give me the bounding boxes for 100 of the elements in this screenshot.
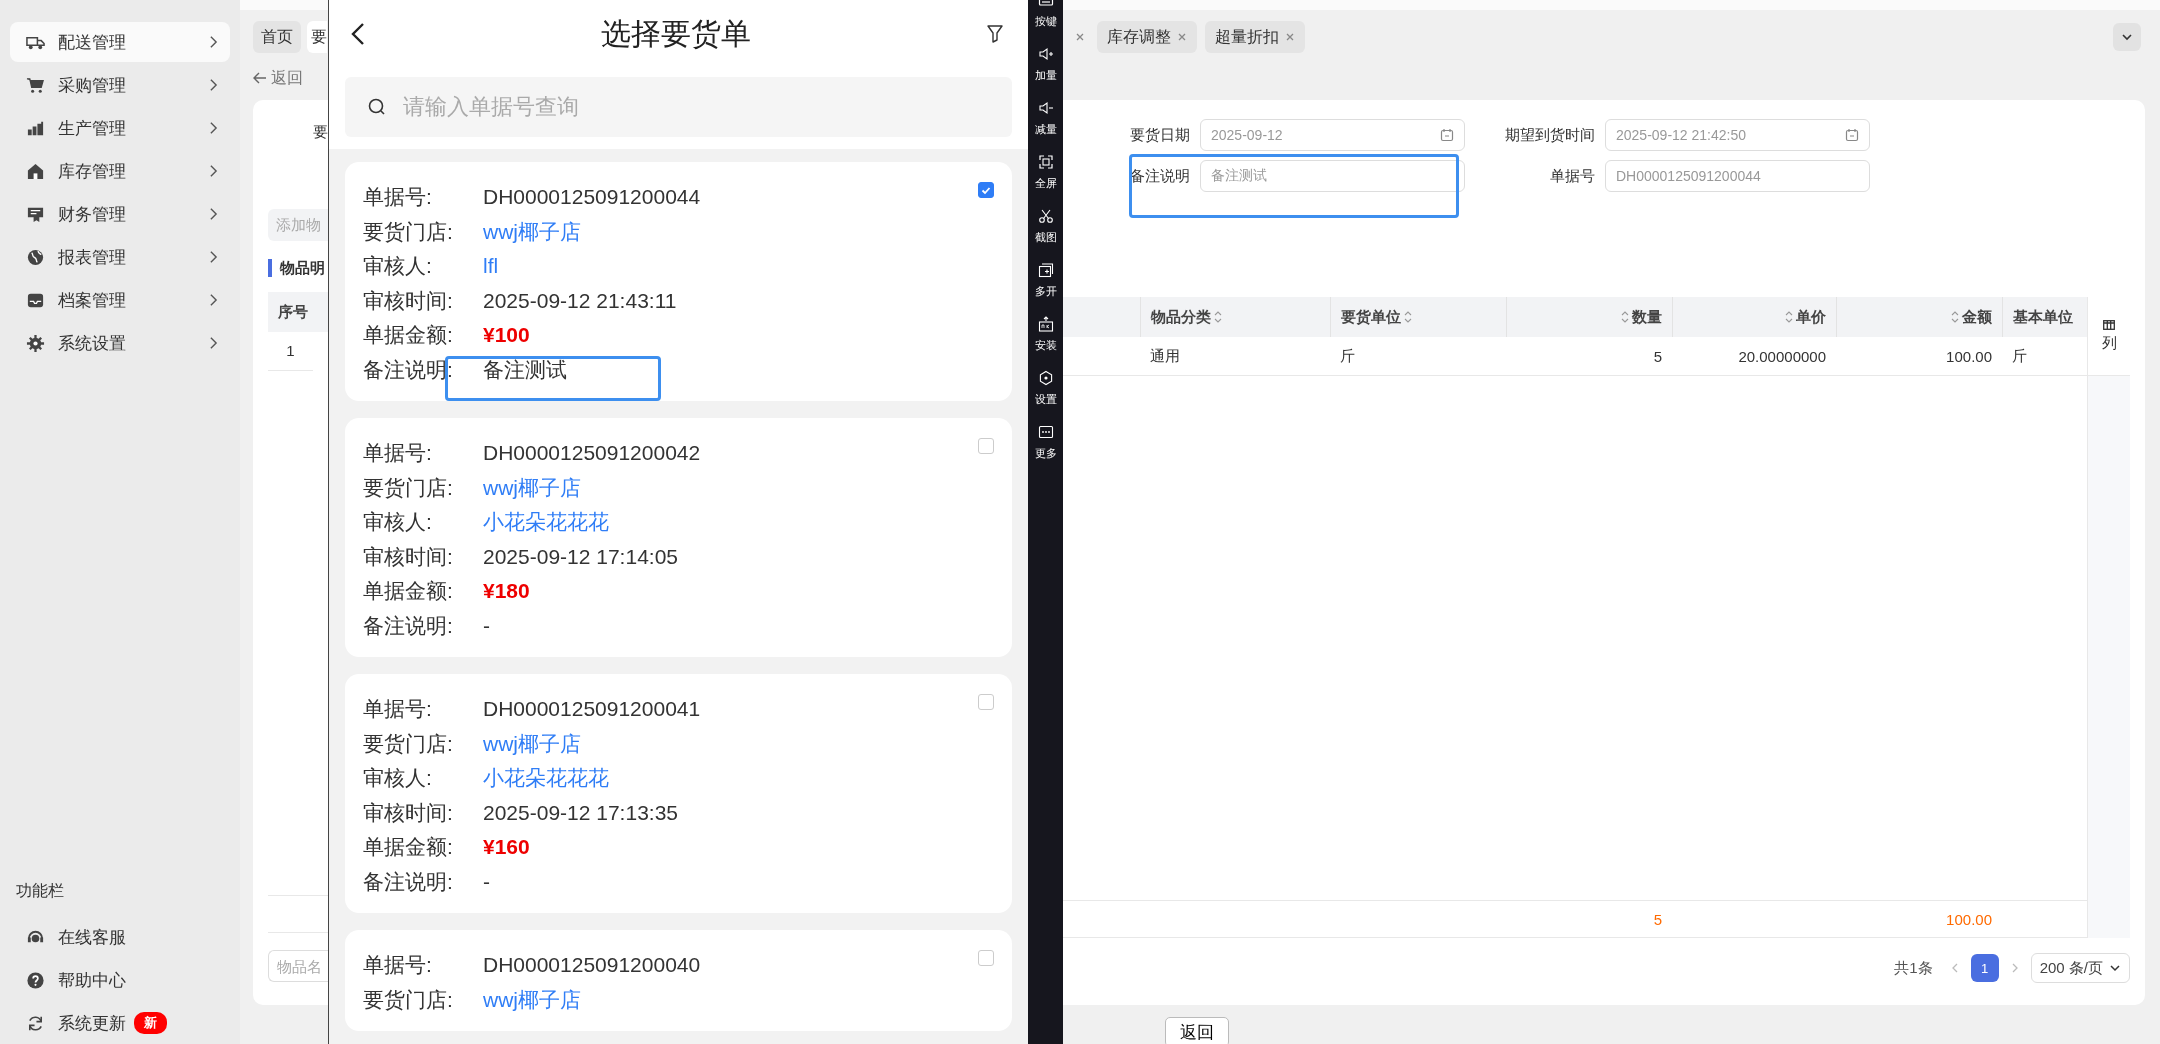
link[interactable]: lfl <box>483 254 499 279</box>
sort-icon[interactable] <box>1951 310 1959 324</box>
field-label: 审核人: <box>363 509 433 536</box>
sort-icon[interactable] <box>1214 310 1222 324</box>
field-value: ¥160 <box>483 835 530 860</box>
chevron-right-icon <box>209 293 218 307</box>
sort-icon[interactable] <box>1404 310 1412 324</box>
next-page-icon[interactable] <box>2010 962 2019 974</box>
column-header[interactable]: 金额 <box>1962 307 1992 327</box>
tool-button[interactable]: 按键 <box>1034 0 1057 29</box>
chevron-right-icon <box>209 250 218 264</box>
field-label: 单据金额: <box>363 578 454 605</box>
back-link[interactable]: 返回 <box>253 67 303 89</box>
section-title: 功能栏 <box>15 881 65 901</box>
table-cell: 1 <box>268 332 313 371</box>
tab[interactable]: 首页 <box>253 21 301 53</box>
page-button[interactable]: 1 <box>1970 954 1999 982</box>
search-icon <box>367 97 387 117</box>
field-label: 单据号: <box>363 440 433 467</box>
filter-icon[interactable] <box>987 25 1003 43</box>
refresh-icon <box>26 1013 45 1033</box>
tool-button[interactable]: 安装 <box>1034 316 1057 353</box>
link[interactable]: 小花朵花花花 <box>483 508 609 537</box>
tool-button[interactable]: 多开 <box>1034 262 1057 299</box>
tool-button[interactable]: 减量 <box>1034 100 1057 137</box>
order-card[interactable]: 单据号: DH0000125091200042 要货门店: wwj椰子店 审核人: 小花朵花花花 审核时间: 2025-09-12 17:14:05 单据金额: ¥180 备注说明: - <box>345 418 1012 657</box>
column-header[interactable]: 要货单位 <box>1341 307 1401 327</box>
table-cell-text: 5 <box>1652 346 1663 367</box>
link[interactable]: wwj椰子店 <box>483 473 581 502</box>
order-card[interactable]: 单据号: DH0000125091200044 要货门店: wwj椰子店 审核人: lfl 审核时间: 2025-09-12 21:43:11 单据金额: ¥100 备注说明: 备注测试 <box>345 162 1012 401</box>
column-header[interactable]: 基本单位 <box>2013 307 2073 327</box>
tool-button[interactable]: 截图 <box>1034 208 1057 245</box>
link[interactable]: wwj椰子店 <box>483 729 581 758</box>
search-field[interactable]: 物品名 <box>268 950 328 982</box>
tab[interactable]: 要 <box>307 21 327 53</box>
sidebar-item[interactable]: 财务管理 <box>10 194 230 234</box>
checkbox[interactable] <box>978 694 994 710</box>
tool-button[interactable]: 设置 <box>1034 370 1057 407</box>
field-label: 单据号 <box>1549 166 1595 186</box>
cart-icon <box>26 75 45 95</box>
column-settings-button[interactable]: 列 <box>2088 297 2130 376</box>
tool-button[interactable]: 加量 <box>1034 46 1057 83</box>
sidebar-item[interactable]: 帮助中心 <box>10 960 230 1000</box>
table-cell-text: 斤 <box>2011 345 2028 366</box>
arrow-left-icon <box>253 72 267 84</box>
sidebar-item[interactable]: 库存管理 <box>10 151 230 191</box>
column-header[interactable]: 数量 <box>1632 307 1662 327</box>
table-cell-text: 斤 <box>1339 345 1356 366</box>
field-value: 备注测试 <box>483 356 567 383</box>
tool-button[interactable]: 全屏 <box>1034 154 1057 191</box>
total-count: 共1条 <box>1894 958 1933 978</box>
sidebar-item[interactable]: 在线客服 <box>10 917 230 957</box>
chevron-right-icon <box>209 35 218 49</box>
field-label: 备注说明 <box>1129 166 1190 186</box>
close-icon[interactable] <box>1075 32 1085 42</box>
sidebar-item[interactable]: 报表管理 <box>10 237 230 277</box>
sidebar-item[interactable]: 档案管理 <box>10 280 230 320</box>
tool-button[interactable]: 更多 <box>1034 424 1057 461</box>
link[interactable]: wwj椰子店 <box>483 217 581 246</box>
sidebar-item[interactable]: 采购管理 <box>10 65 230 105</box>
columns-icon <box>2103 319 2115 330</box>
previous-page-icon[interactable] <box>1950 962 1959 974</box>
order-card[interactable]: 单据号: DH0000125091200041 要货门店: wwj椰子店 审核人: 小花朵花花花 审核时间: 2025-09-12 17:13:35 单据金额: ¥160 备注说明: - <box>345 674 1012 913</box>
field-label: 要货门店: <box>363 218 454 245</box>
field-label: 审核时间: <box>363 543 454 570</box>
field-label: 备注说明: <box>363 356 454 383</box>
tab[interactable]: 超量折扣 <box>1205 21 1305 53</box>
link[interactable]: wwj椰子店 <box>483 985 581 1014</box>
close-icon[interactable] <box>1177 32 1187 42</box>
sidebar-item[interactable]: 系统更新 新 <box>10 1003 230 1043</box>
field-label: 要货门店: <box>363 474 454 501</box>
calendar-icon <box>1845 128 1859 142</box>
field-label: 要货门店: <box>363 986 454 1013</box>
back-icon[interactable] <box>351 22 365 46</box>
back-button[interactable]: 返回 <box>1165 1017 1229 1044</box>
column-header[interactable]: 物品分类 <box>1151 307 1211 327</box>
chevron-right-icon <box>209 336 218 350</box>
field-value: DH0000125091200042 <box>483 441 701 466</box>
chevron-right-icon <box>209 78 218 92</box>
dropdown-button[interactable] <box>2113 23 2141 51</box>
checkbox[interactable] <box>978 438 994 454</box>
field-label: 备注说明: <box>363 868 454 895</box>
close-icon[interactable] <box>1285 32 1295 42</box>
settings-icon <box>26 333 45 353</box>
tab[interactable]: 库存调整 <box>1097 21 1197 53</box>
panel-title: 选择要货单 <box>601 15 751 52</box>
field-label: 要货日期 <box>1129 125 1190 145</box>
link[interactable]: 小花朵花花花 <box>483 764 609 793</box>
sort-icon[interactable] <box>1785 310 1793 324</box>
sort-icon[interactable] <box>1621 310 1629 324</box>
sidebar-item[interactable]: 系统设置 <box>10 323 230 363</box>
checkbox[interactable] <box>978 182 994 198</box>
checkbox[interactable] <box>978 950 994 966</box>
globe-icon <box>26 247 45 267</box>
column-header[interactable]: 单价 <box>1796 307 1826 327</box>
help-icon <box>26 970 45 990</box>
sidebar-item[interactable]: 配送管理 <box>10 22 230 62</box>
sidebar-item[interactable]: 生产管理 <box>10 108 230 148</box>
order-card[interactable]: 单据号: DH0000125091200040 要货门店: wwj椰子店 <box>345 930 1012 1031</box>
page-size-select[interactable]: 200 条/页 <box>2030 953 2130 983</box>
